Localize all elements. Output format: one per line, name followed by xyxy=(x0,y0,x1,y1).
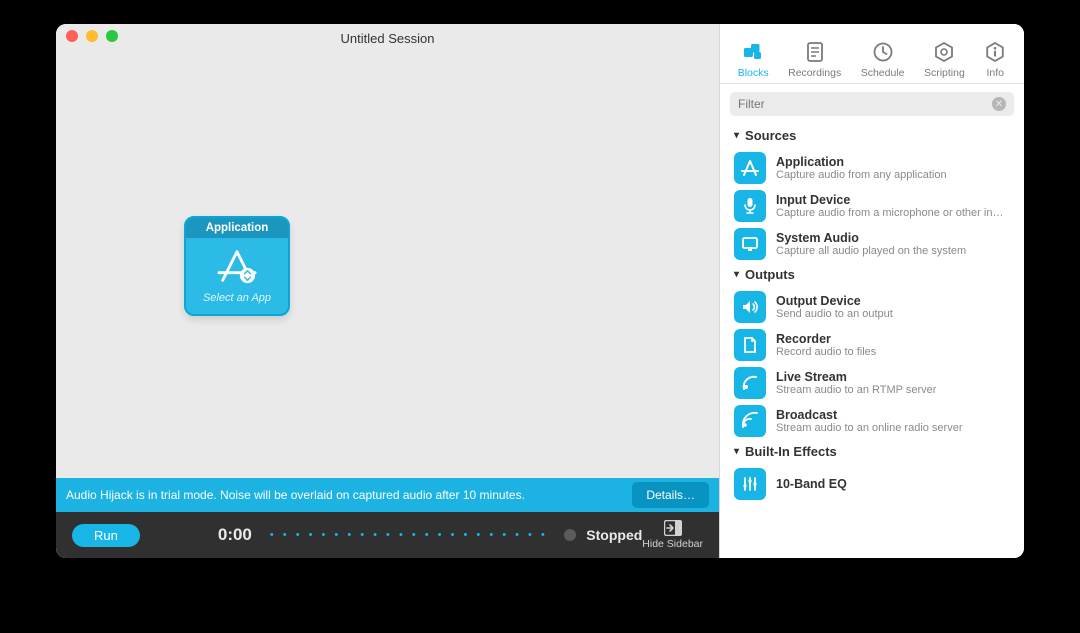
info-icon xyxy=(984,41,1006,63)
hide-sidebar-label: Hide Sidebar xyxy=(642,538,703,550)
recordings-icon xyxy=(804,41,826,63)
item-title: 10-Band EQ xyxy=(776,477,847,491)
run-button[interactable]: Run xyxy=(72,524,140,547)
chevron-down-icon: ▾ xyxy=(734,446,739,457)
chevron-down-icon: ▾ xyxy=(734,130,739,141)
file-icon xyxy=(734,329,766,361)
filter-field[interactable]: ✕ xyxy=(730,92,1014,116)
traffic-lights xyxy=(66,30,118,42)
titlebar: Untitled Session xyxy=(56,24,719,52)
item-title: Live Stream xyxy=(776,370,936,384)
scripting-icon xyxy=(933,41,955,63)
block-live-stream[interactable]: Live Stream Stream audio to an RTMP serv… xyxy=(720,364,1022,402)
tab-label: Blocks xyxy=(738,67,769,79)
speaker-icon xyxy=(734,291,766,323)
item-title: Broadcast xyxy=(776,408,963,422)
application-icon xyxy=(212,246,262,288)
item-title: Recorder xyxy=(776,332,876,346)
blocks-scroll[interactable]: ▾ Sources Application Capture audio from… xyxy=(720,124,1024,558)
item-title: Input Device xyxy=(776,193,1006,207)
progress-dots: • • • • • • • • • • • • • • • • • • • • … xyxy=(270,529,546,541)
tab-schedule[interactable]: Schedule xyxy=(861,41,905,83)
sidebar: Blocks Recordings Schedule xyxy=(720,24,1024,558)
equalizer-icon xyxy=(734,468,766,500)
hide-sidebar-icon xyxy=(664,520,682,536)
block-application[interactable]: Application Capture audio from any appli… xyxy=(720,149,1022,187)
block-output-device[interactable]: Output Device Send audio to an output xyxy=(720,288,1022,326)
section-label: Outputs xyxy=(745,267,795,282)
schedule-icon xyxy=(872,41,894,63)
tab-label: Recordings xyxy=(788,67,841,79)
blocks-icon xyxy=(742,41,764,63)
block-header: Application xyxy=(186,218,288,238)
trial-message: Audio Hijack is in trial mode. Noise wil… xyxy=(66,488,632,502)
tab-label: Schedule xyxy=(861,67,905,79)
hide-sidebar-button[interactable]: Hide Sidebar xyxy=(642,520,703,550)
filter-input[interactable] xyxy=(738,97,992,111)
block-subtitle: Select an App xyxy=(186,292,288,304)
monitor-icon xyxy=(734,228,766,260)
item-desc: Record audio to files xyxy=(776,346,876,358)
tab-label: Scripting xyxy=(924,67,965,79)
filter-wrap: ✕ xyxy=(720,84,1024,124)
chevron-down-icon: ▾ xyxy=(734,269,739,280)
item-desc: Stream audio to an RTMP server xyxy=(776,384,936,396)
section-builtin-effects[interactable]: ▾ Built-In Effects xyxy=(720,440,1022,465)
block-recorder[interactable]: Recorder Record audio to files xyxy=(720,326,1022,364)
tab-blocks[interactable]: Blocks xyxy=(738,41,769,83)
application-block[interactable]: Application Select an xyxy=(184,216,290,316)
maximize-icon[interactable] xyxy=(106,30,118,42)
window-title: Untitled Session xyxy=(56,31,719,46)
control-bar: Run 0:00 • • • • • • • • • • • • • • • •… xyxy=(56,512,719,558)
status-dot-icon xyxy=(564,529,576,541)
item-title: System Audio xyxy=(776,231,966,245)
section-sources[interactable]: ▾ Sources xyxy=(720,124,1022,149)
close-icon[interactable] xyxy=(66,30,78,42)
app-window: Untitled Session Application xyxy=(56,24,1024,558)
item-desc: Send audio to an output xyxy=(776,308,893,320)
timer-display: 0:00 xyxy=(218,525,252,545)
status-text: Stopped xyxy=(586,527,642,543)
item-title: Output Device xyxy=(776,294,893,308)
tab-label: Info xyxy=(986,67,1004,79)
block-broadcast[interactable]: Broadcast Stream audio to an online radi… xyxy=(720,402,1022,440)
block-body: Select an App xyxy=(186,238,288,314)
section-outputs[interactable]: ▾ Outputs xyxy=(720,263,1022,288)
application-icon xyxy=(734,152,766,184)
microphone-icon xyxy=(734,190,766,222)
tab-scripting[interactable]: Scripting xyxy=(924,41,965,83)
details-button[interactable]: Details… xyxy=(632,482,709,508)
item-title: Application xyxy=(776,155,947,169)
item-desc: Capture audio from a microphone or other… xyxy=(776,207,1006,219)
block-system-audio[interactable]: System Audio Capture all audio played on… xyxy=(720,225,1022,263)
block-input-device[interactable]: Input Device Capture audio from a microp… xyxy=(720,187,1022,225)
tab-info[interactable]: Info xyxy=(984,41,1006,83)
broadcast-icon xyxy=(734,405,766,437)
minimize-icon[interactable] xyxy=(86,30,98,42)
session-canvas[interactable]: Application Select an xyxy=(56,52,719,478)
sidebar-tabs: Blocks Recordings Schedule xyxy=(720,24,1024,84)
item-desc: Capture all audio played on the system xyxy=(776,245,966,257)
section-label: Built-In Effects xyxy=(745,444,837,459)
tab-recordings[interactable]: Recordings xyxy=(788,41,841,83)
trial-bar: Audio Hijack is in trial mode. Noise wil… xyxy=(56,478,719,512)
satellite-icon xyxy=(734,367,766,399)
filter-clear-icon[interactable]: ✕ xyxy=(992,97,1006,111)
block-10-band-eq[interactable]: 10-Band EQ xyxy=(720,465,1022,503)
item-desc: Stream audio to an online radio server xyxy=(776,422,963,434)
item-desc: Capture audio from any application xyxy=(776,169,947,181)
section-label: Sources xyxy=(745,128,796,143)
main-pane: Untitled Session Application xyxy=(56,24,720,558)
